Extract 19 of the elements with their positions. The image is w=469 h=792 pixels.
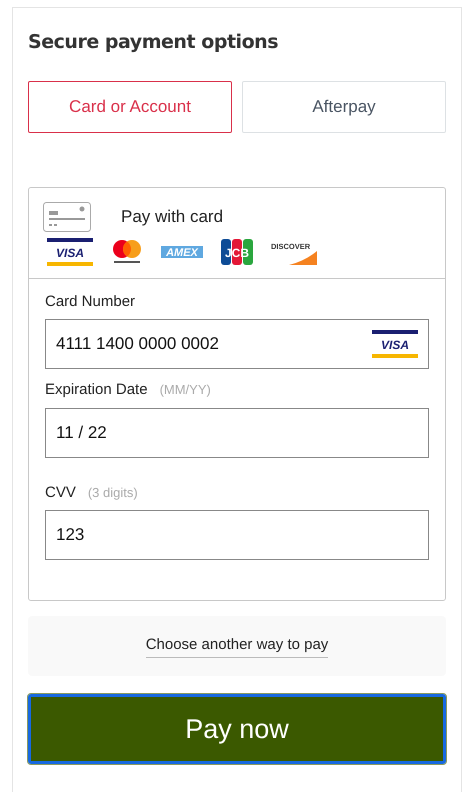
field-hint: (3 digits) bbox=[88, 484, 138, 502]
pay-with-card-heading: Pay with card bbox=[121, 206, 224, 228]
amex-logo: AMEX bbox=[161, 244, 203, 260]
text-field[interactable]: 11 / 22 bbox=[45, 408, 429, 458]
page-title: Secure payment options bbox=[28, 30, 280, 55]
mastercard-logo bbox=[111, 238, 143, 264]
field-label: CVV bbox=[45, 482, 76, 502]
credit-card-icon bbox=[43, 202, 91, 232]
pay-now-button[interactable]: Pay now bbox=[28, 694, 446, 764]
payment-tab[interactable]: Card or Account bbox=[28, 80, 232, 132]
field-hint: (MM/YY) bbox=[160, 381, 211, 399]
field-label: Expiration Date bbox=[45, 380, 148, 400]
choose-another-way-link[interactable]: Choose another way to pay bbox=[146, 634, 328, 658]
field-label: Card Number bbox=[45, 292, 136, 312]
text-field[interactable]: 123 bbox=[45, 510, 429, 560]
visa-logo: VISA bbox=[372, 330, 418, 358]
payment-tab[interactable]: Afterpay bbox=[242, 80, 446, 132]
visa-logo: VISA bbox=[47, 238, 93, 266]
text-field[interactable]: 4111 1400 0000 0002 VISA bbox=[45, 319, 429, 369]
